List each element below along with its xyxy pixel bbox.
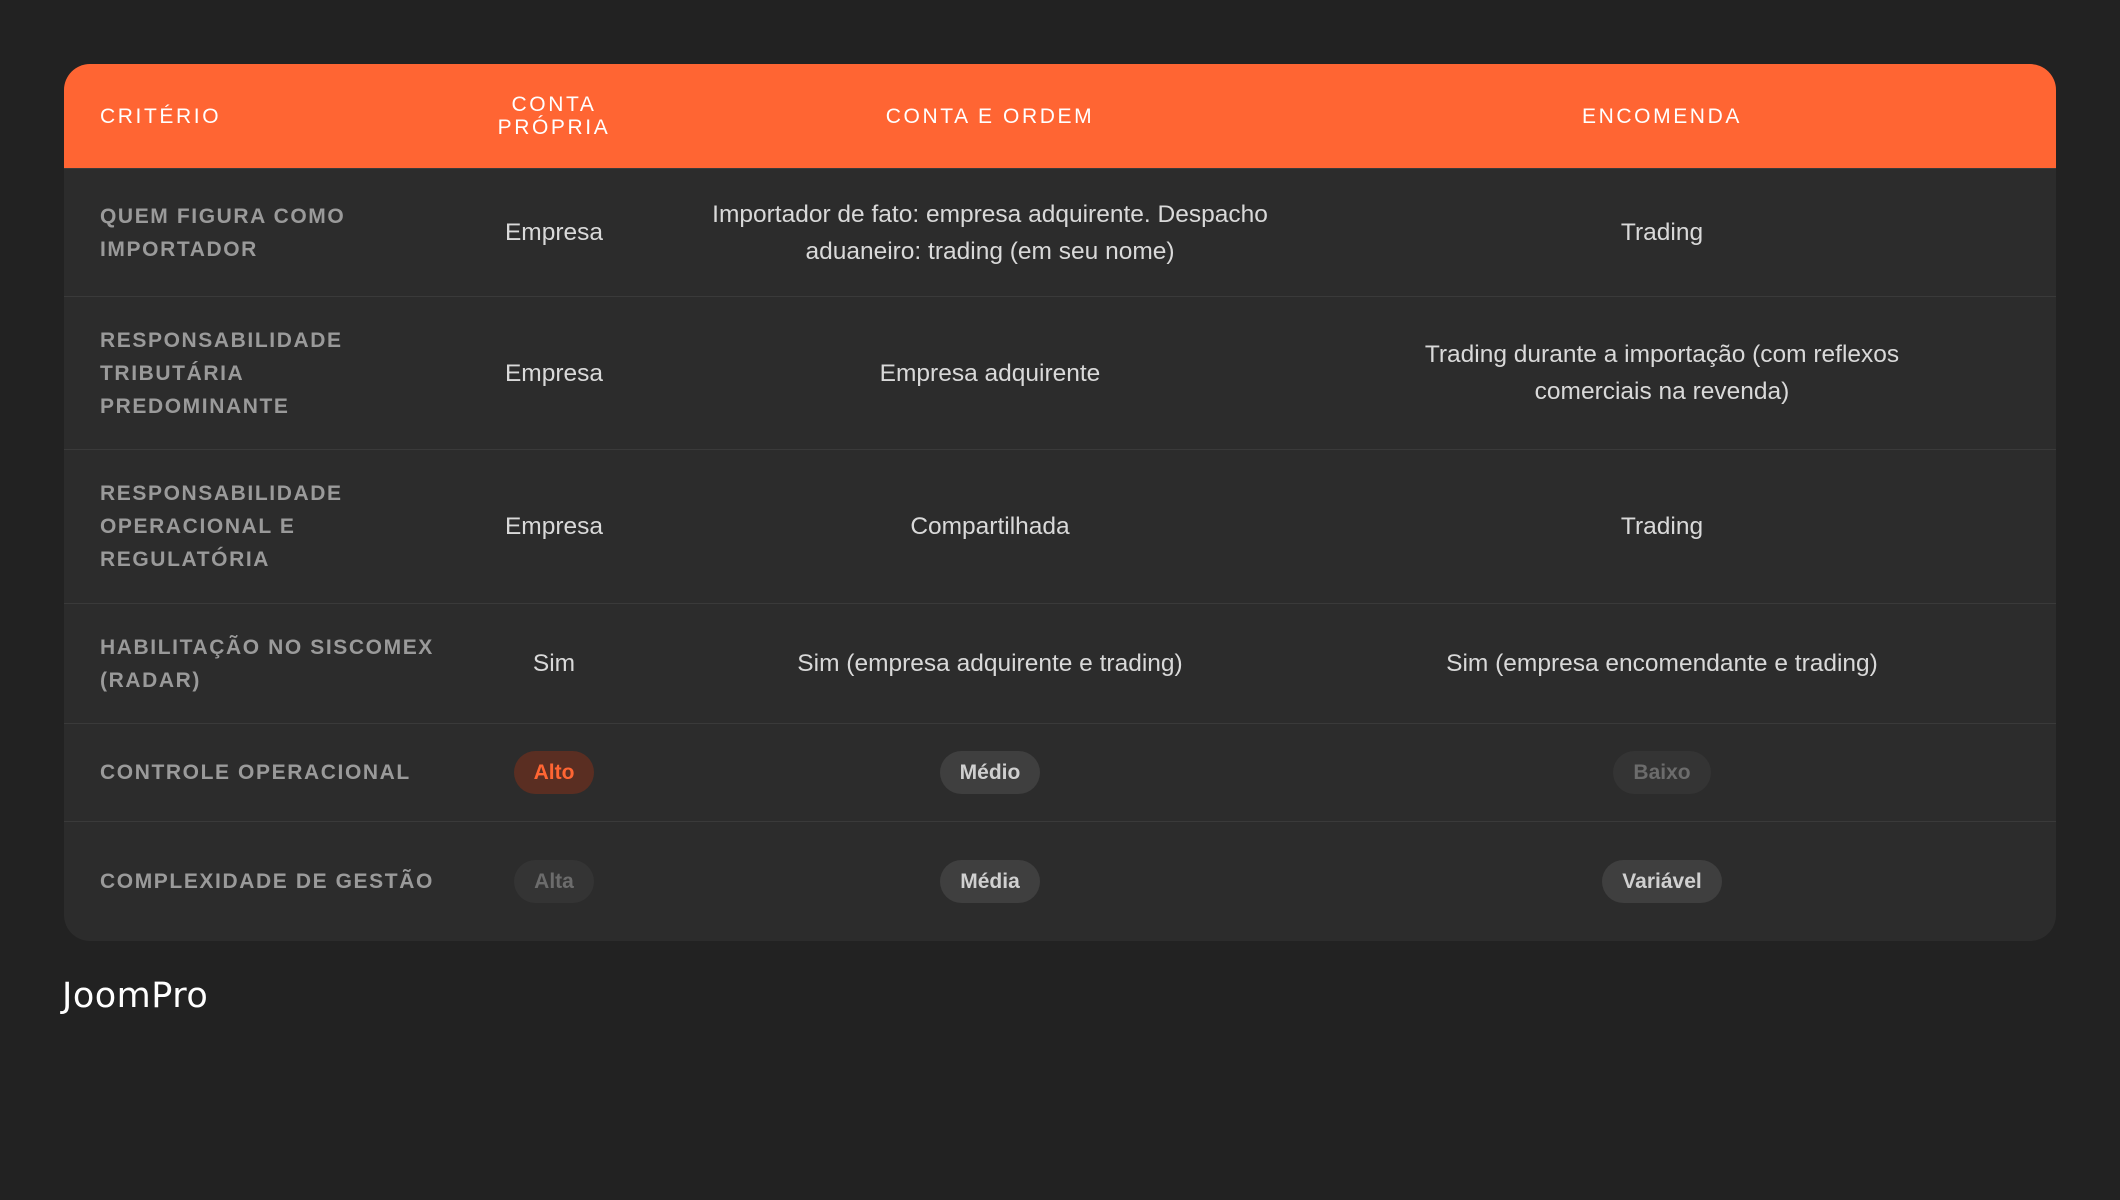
- conta-e-ordem-cell: Média: [654, 860, 1326, 903]
- header-criterio: CRITÉRIO: [100, 104, 222, 128]
- encomenda-cell: Baixo: [1326, 751, 1998, 794]
- criterion-label: CONTROLE OPERACIONAL: [100, 761, 411, 784]
- level-badge-high: Alta: [514, 860, 594, 903]
- conta-e-ordem-cell: Sim (empresa adquirente e trading): [797, 650, 1183, 677]
- conta-propria-cell: Sim: [532, 650, 576, 677]
- comparison-table: CRITÉRIO CONTA PRÓPRIA CONTA E ORDEM ENC…: [64, 64, 2056, 941]
- table-row: COMPLEXIDADE DE GESTÃO Alta Média Variáv…: [64, 821, 2056, 941]
- encomenda-cell: Trading: [1620, 219, 1704, 246]
- table-header: CRITÉRIO CONTA PRÓPRIA CONTA E ORDEM ENC…: [64, 64, 2056, 168]
- conta-propria-cell: Empresa: [504, 219, 604, 246]
- criterion-label: COMPLEXIDADE DE GESTÃO: [100, 870, 434, 893]
- encomenda-cell: Trading: [1620, 513, 1704, 540]
- conta-propria-cell: Alta: [454, 860, 654, 903]
- level-badge-variable: Variável: [1602, 860, 1722, 903]
- conta-e-ordem-cell: Compartilhada: [910, 513, 1070, 540]
- level-badge-medium: Média: [940, 860, 1040, 903]
- header-conta-e-ordem: CONTA E ORDEM: [885, 104, 1095, 128]
- header-encomenda: ENCOMENDA: [1582, 104, 1742, 128]
- criterion-label: QUEM FIGURA COMO IMPORTADOR: [100, 204, 346, 261]
- header-conta-propria: CONTA PRÓPRIA: [497, 93, 611, 139]
- criterion-label: RESPONSABILIDADE TRIBUTÁRIA PREDOMINANTE: [100, 328, 343, 418]
- table-row: HABILITAÇÃO NO SISCOMEX (RADAR) Sim Sim …: [64, 603, 2056, 723]
- level-badge-medium: Médio: [939, 751, 1041, 794]
- conta-e-ordem-cell: Empresa adquirente: [879, 359, 1101, 387]
- criterion-label: RESPONSABILIDADE OPERACIONAL E REGULATÓR…: [100, 482, 343, 571]
- table-row: QUEM FIGURA COMO IMPORTADOR Empresa Impo…: [64, 168, 2056, 296]
- brand-logo: JoomPro: [62, 976, 209, 1016]
- conta-e-ordem-cell: Médio: [654, 751, 1326, 794]
- level-badge-high: Alto: [513, 751, 595, 794]
- conta-propria-cell: Empresa: [504, 513, 604, 540]
- table-row: RESPONSABILIDADE OPERACIONAL E REGULATÓR…: [64, 449, 2056, 603]
- criterion-label: HABILITAÇÃO NO SISCOMEX (RADAR): [100, 635, 434, 692]
- table-row: RESPONSABILIDADE TRIBUTÁRIA PREDOMINANTE…: [64, 296, 2056, 449]
- conta-e-ordem-cell: Importador de fato: empresa adquirente. …: [712, 200, 1268, 265]
- encomenda-cell: Trading durante a importação (com reflex…: [1424, 341, 1900, 405]
- encomenda-cell: Variável: [1326, 860, 1998, 903]
- encomenda-cell: Sim (empresa encomendante e trading): [1446, 650, 1878, 677]
- conta-propria-cell: Alto: [454, 751, 654, 794]
- table-row: CONTROLE OPERACIONAL Alto Médio Baixo: [64, 723, 2056, 821]
- level-badge-low: Baixo: [1613, 751, 1711, 794]
- conta-propria-cell: Empresa: [504, 359, 604, 387]
